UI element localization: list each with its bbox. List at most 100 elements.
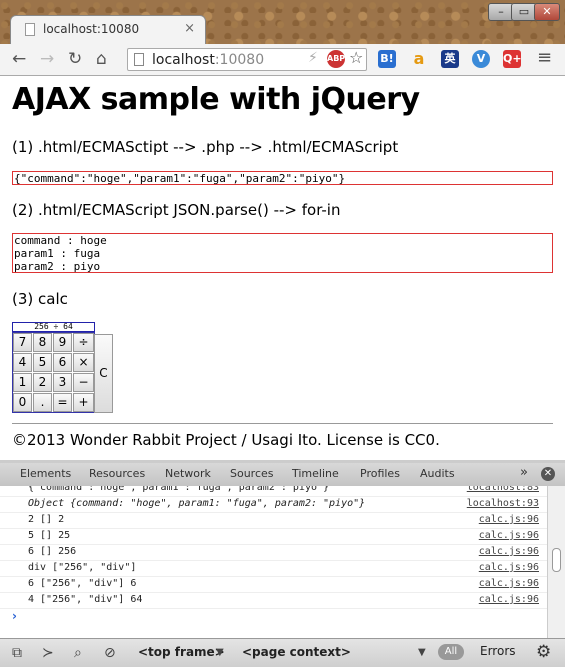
page-icon bbox=[25, 23, 35, 36]
calc-key-0[interactable]: 0 bbox=[13, 393, 32, 412]
vivaldi-icon[interactable]: V bbox=[472, 50, 490, 68]
section-2-heading: (2) .html/ECMAScript JSON.parse() --> fo… bbox=[12, 201, 341, 219]
calc-key-2[interactable]: 2 bbox=[33, 373, 52, 392]
divider bbox=[12, 423, 553, 424]
tab-profiles[interactable]: Profiles bbox=[360, 467, 400, 480]
console-row: 2 [] 2 calc.js:96 bbox=[0, 512, 547, 529]
back-arrow-icon[interactable]: ← bbox=[12, 49, 26, 69]
calc-display: 256 ÷ 64 bbox=[12, 322, 95, 332]
chevron-down-icon: ▼ bbox=[216, 647, 224, 658]
tab-elements[interactable]: Elements bbox=[20, 467, 71, 480]
browser-tab[interactable]: localhost:10080 × bbox=[10, 15, 206, 44]
tab-timeline[interactable]: Timeline bbox=[292, 467, 339, 480]
tab-resources[interactable]: Resources bbox=[89, 467, 145, 480]
devtools-close-icon[interactable]: ✕ bbox=[541, 467, 555, 481]
calc-key-dot[interactable]: . bbox=[33, 393, 52, 412]
hatena-bookmark-icon[interactable]: B! bbox=[378, 50, 396, 68]
console-message: 2 [] 2 bbox=[28, 514, 65, 525]
chevron-down-icon: ▼ bbox=[418, 647, 426, 658]
parsed-output-box: command : hoge param1 : fuga param2 : pi… bbox=[12, 233, 553, 273]
console-row: 5 [] 25 calc.js:96 bbox=[0, 528, 547, 545]
context-select[interactable]: <page context> bbox=[242, 645, 351, 659]
console-message: 6 [] 256 bbox=[28, 546, 77, 557]
calc-key-multiply[interactable]: × bbox=[73, 353, 94, 372]
calc-key-minus[interactable]: − bbox=[73, 373, 94, 392]
console-source-link[interactable]: calc.js:96 bbox=[479, 576, 539, 592]
scrollbar-thumb[interactable] bbox=[552, 548, 561, 572]
calc-key-1[interactable]: 1 bbox=[13, 373, 32, 392]
console-message: div ["256", "div"] bbox=[28, 562, 137, 573]
calc-key-6[interactable]: 6 bbox=[53, 353, 72, 372]
tab-close-icon[interactable]: × bbox=[184, 21, 195, 36]
calc-keypad: 7 8 9 ÷ 4 5 6 × 1 2 3 − 0 . = + bbox=[12, 332, 95, 413]
section-3-heading: (3) calc bbox=[12, 290, 68, 308]
tab-audits[interactable]: Audits bbox=[420, 467, 455, 480]
clear-console-icon[interactable]: ⊘ bbox=[104, 645, 116, 661]
adblock-icon[interactable]: ABP bbox=[327, 50, 345, 68]
console-panel: {"command":"hoge","param1":"fuga","param… bbox=[0, 486, 547, 638]
filter-all-button[interactable]: All bbox=[438, 644, 464, 660]
json-output-box: {"command":"hoge","param1":"fuga","param… bbox=[12, 171, 553, 185]
gear-icon[interactable]: ⚙ bbox=[536, 642, 551, 662]
console-scrollbar[interactable] bbox=[547, 486, 565, 638]
url-text: localhost:10080 bbox=[152, 52, 265, 68]
dock-icon[interactable]: ⧉ bbox=[12, 645, 22, 661]
amazon-icon[interactable]: a bbox=[410, 50, 428, 68]
page-viewport: AJAX sample with jQuery (1) .html/ECMASc… bbox=[0, 76, 565, 460]
console-message: 6 ["256", "div"] 6 bbox=[28, 578, 137, 589]
google-plus-icon[interactable]: Q+ bbox=[503, 50, 522, 68]
browser-toolbar: ← → ↻ ⌂ localhost:10080 ⚡ ABP ☆ B! a 英 V… bbox=[0, 44, 565, 76]
star-icon[interactable]: ☆ bbox=[349, 48, 363, 67]
devtools-status-bar: ⧉ ≻ ⌕ ⊘ <top frame> ▼ <page context> ▼ A… bbox=[0, 638, 565, 667]
console-source-link[interactable]: localhost:83 bbox=[467, 486, 539, 496]
section-1-heading: (1) .html/ECMASctipt --> .php --> .html/… bbox=[12, 138, 399, 156]
calc-key-divide[interactable]: ÷ bbox=[73, 333, 94, 352]
calc-key-plus[interactable]: + bbox=[73, 393, 94, 412]
browser-window: localhost:10080 × – ▭ ✕ ← → ↻ ⌂ localhos… bbox=[0, 0, 565, 667]
more-tabs-icon[interactable]: » bbox=[520, 465, 528, 480]
console-row: 6 [] 256 calc.js:96 bbox=[0, 544, 547, 561]
console-drawer-icon[interactable]: ≻ bbox=[42, 645, 54, 661]
lightning-icon[interactable]: ⚡ bbox=[308, 50, 318, 66]
forward-arrow-icon[interactable]: → bbox=[40, 49, 54, 69]
calc-key-7[interactable]: 7 bbox=[13, 333, 32, 352]
console-prompt-icon[interactable]: › bbox=[12, 609, 17, 623]
calc-key-4[interactable]: 4 bbox=[13, 353, 32, 372]
calc-clear-button[interactable]: C bbox=[94, 334, 113, 413]
console-source-link[interactable]: calc.js:96 bbox=[479, 592, 539, 608]
translate-icon[interactable]: 英 bbox=[441, 50, 459, 68]
console-message: 4 ["256", "div"] 64 bbox=[28, 594, 143, 605]
calc-key-equals[interactable]: = bbox=[53, 393, 72, 412]
calc-key-3[interactable]: 3 bbox=[53, 373, 72, 392]
footer-copyright: ©2013 Wonder Rabbit Project / Usagi Ito.… bbox=[12, 431, 440, 449]
devtools-tab-bar: Elements Resources Network Sources Timel… bbox=[0, 463, 565, 487]
frame-select[interactable]: <top frame> bbox=[138, 645, 225, 659]
console-message: Object {command: "hoge", param1: "fuga",… bbox=[28, 498, 366, 509]
console-source-link[interactable]: localhost:93 bbox=[467, 496, 539, 512]
console-message: 5 [] 25 bbox=[28, 530, 71, 541]
reload-icon[interactable]: ↻ bbox=[68, 49, 82, 69]
home-icon[interactable]: ⌂ bbox=[96, 49, 107, 69]
menu-icon[interactable]: ≡ bbox=[537, 47, 552, 68]
calc-key-8[interactable]: 8 bbox=[33, 333, 52, 352]
console-row: 6 ["256", "div"] 6 calc.js:96 bbox=[0, 576, 547, 593]
search-icon[interactable]: ⌕ bbox=[74, 645, 82, 661]
console-message: {"command":"hoge","param1":"fuga","param… bbox=[28, 486, 330, 493]
parsed-line: param1 : fuga bbox=[14, 247, 101, 260]
tab-network[interactable]: Network bbox=[165, 467, 211, 480]
console-source-link[interactable]: calc.js:96 bbox=[479, 512, 539, 528]
parsed-line: param2 : piyo bbox=[14, 260, 101, 273]
calc-key-9[interactable]: 9 bbox=[53, 333, 72, 352]
tab-title: localhost:10080 bbox=[43, 22, 140, 36]
tab-sources[interactable]: Sources bbox=[230, 467, 274, 480]
console-source-link[interactable]: calc.js:96 bbox=[479, 544, 539, 560]
filter-errors-button[interactable]: Errors bbox=[480, 644, 516, 658]
console-source-link[interactable]: calc.js:96 bbox=[479, 528, 539, 544]
close-window-button[interactable]: ✕ bbox=[534, 3, 560, 21]
calc-key-5[interactable]: 5 bbox=[33, 353, 52, 372]
console-row: div ["256", "div"] calc.js:96 bbox=[0, 560, 547, 577]
parsed-line: command : hoge bbox=[14, 234, 107, 247]
console-source-link[interactable]: calc.js:96 bbox=[479, 560, 539, 576]
console-row: Object {command: "hoge", param1: "fuga",… bbox=[0, 496, 547, 513]
title-bar: localhost:10080 × – ▭ ✕ bbox=[0, 0, 565, 44]
